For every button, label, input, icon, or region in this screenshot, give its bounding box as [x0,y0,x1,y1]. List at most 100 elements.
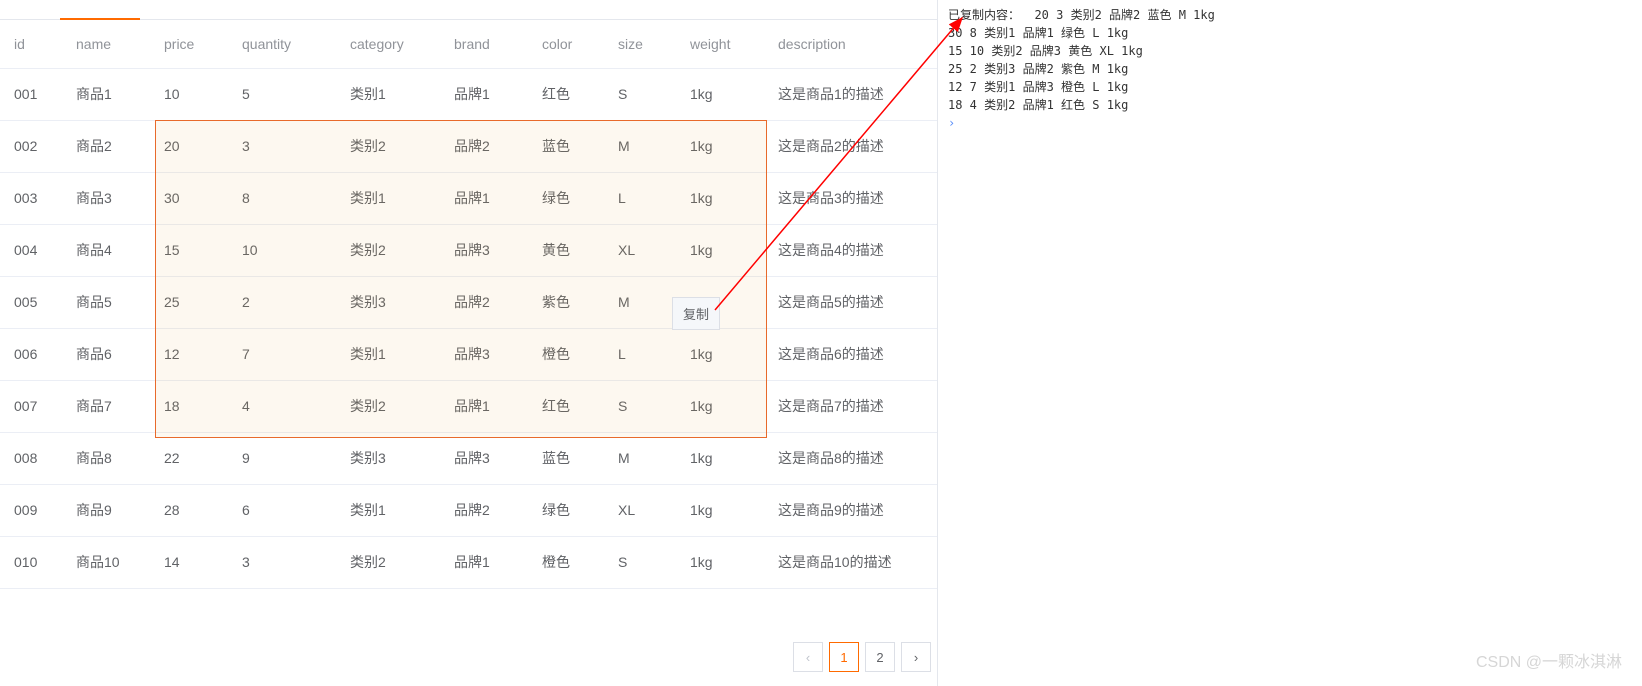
cell-size[interactable]: S [608,68,680,120]
cell-size[interactable]: S [608,536,680,588]
cell-quantity[interactable]: 10 [232,224,340,276]
cell-weight[interactable]: 1kg [680,484,768,536]
table-row[interactable]: 006商品6127类别1品牌3橙色L1kg这是商品6的描述 [0,328,937,380]
col-header-brand[interactable]: brand [444,20,532,68]
cell-size[interactable]: XL [608,484,680,536]
cell-price[interactable]: 12 [154,328,232,380]
cell-size[interactable]: S [608,380,680,432]
cell-description[interactable]: 这是商品4的描述 [768,224,937,276]
cell-name[interactable]: 商品3 [66,172,154,224]
cell-quantity[interactable]: 3 [232,536,340,588]
cell-quantity[interactable]: 5 [232,68,340,120]
cell-id[interactable]: 005 [0,276,66,328]
cell-category[interactable]: 类别2 [340,120,444,172]
cell-description[interactable]: 这是商品2的描述 [768,120,937,172]
table-row[interactable]: 003商品3308类别1品牌1绿色L1kg这是商品3的描述 [0,172,937,224]
cell-price[interactable]: 15 [154,224,232,276]
cell-price[interactable]: 14 [154,536,232,588]
cell-quantity[interactable]: 4 [232,380,340,432]
cell-brand[interactable]: 品牌3 [444,224,532,276]
cell-name[interactable]: 商品5 [66,276,154,328]
cell-brand[interactable]: 品牌2 [444,120,532,172]
cell-quantity[interactable]: 3 [232,120,340,172]
cell-id[interactable]: 007 [0,380,66,432]
cell-category[interactable]: 类别1 [340,68,444,120]
cell-price[interactable]: 28 [154,484,232,536]
cell-color[interactable]: 蓝色 [532,432,608,484]
col-header-weight[interactable]: weight [680,20,768,68]
cell-color[interactable]: 绿色 [532,484,608,536]
cell-description[interactable]: 这是商品10的描述 [768,536,937,588]
cell-size[interactable]: M [608,120,680,172]
cell-category[interactable]: 类别1 [340,484,444,536]
cell-description[interactable]: 这是商品1的描述 [768,68,937,120]
cell-price[interactable]: 20 [154,120,232,172]
cell-category[interactable]: 类别3 [340,276,444,328]
cell-weight[interactable]: 1kg [680,536,768,588]
cell-id[interactable]: 001 [0,68,66,120]
cell-color[interactable]: 黄色 [532,224,608,276]
col-header-name[interactable]: name [66,20,154,68]
col-header-quantity[interactable]: quantity [232,20,340,68]
copy-button[interactable]: 复制 [672,297,720,330]
cell-name[interactable]: 商品4 [66,224,154,276]
cell-category[interactable]: 类别2 [340,380,444,432]
cell-description[interactable]: 这是商品7的描述 [768,380,937,432]
cell-brand[interactable]: 品牌3 [444,432,532,484]
cell-brand[interactable]: 品牌1 [444,380,532,432]
cell-name[interactable]: 商品7 [66,380,154,432]
col-header-price[interactable]: price [154,20,232,68]
cell-id[interactable]: 008 [0,432,66,484]
cell-price[interactable]: 30 [154,172,232,224]
cell-category[interactable]: 类别2 [340,536,444,588]
cell-color[interactable]: 紫色 [532,276,608,328]
cell-brand[interactable]: 品牌1 [444,536,532,588]
cell-description[interactable]: 这是商品8的描述 [768,432,937,484]
cell-weight[interactable]: 1kg [680,432,768,484]
cell-quantity[interactable]: 9 [232,432,340,484]
page-prev-button[interactable]: ‹ [793,642,823,672]
cell-quantity[interactable]: 2 [232,276,340,328]
col-header-id[interactable]: id [0,20,66,68]
cell-category[interactable]: 类别1 [340,328,444,380]
cell-brand[interactable]: 品牌2 [444,276,532,328]
cell-price[interactable]: 10 [154,68,232,120]
cell-description[interactable]: 这是商品6的描述 [768,328,937,380]
table-row[interactable]: 001商品1105类别1品牌1红色S1kg这是商品1的描述 [0,68,937,120]
cell-name[interactable]: 商品8 [66,432,154,484]
table-row[interactable]: 010商品10143类别2品牌1橙色S1kg这是商品10的描述 [0,536,937,588]
cell-description[interactable]: 这是商品3的描述 [768,172,937,224]
cell-quantity[interactable]: 7 [232,328,340,380]
cell-name[interactable]: 商品6 [66,328,154,380]
cell-brand[interactable]: 品牌3 [444,328,532,380]
cell-brand[interactable]: 品牌1 [444,172,532,224]
cell-id[interactable]: 003 [0,172,66,224]
tab-active[interactable] [60,0,140,20]
cell-color[interactable]: 红色 [532,380,608,432]
cell-brand[interactable]: 品牌1 [444,68,532,120]
cell-category[interactable]: 类别2 [340,224,444,276]
cell-price[interactable]: 22 [154,432,232,484]
col-header-description[interactable]: description [768,20,937,68]
cell-size[interactable]: XL [608,224,680,276]
table-row[interactable]: 008商品8229类别3品牌3蓝色M1kg这是商品8的描述 [0,432,937,484]
table-row[interactable]: 002商品2203类别2品牌2蓝色M1kg这是商品2的描述 [0,120,937,172]
console-prompt[interactable]: › [948,116,1632,130]
cell-price[interactable]: 25 [154,276,232,328]
cell-category[interactable]: 类别1 [340,172,444,224]
col-header-color[interactable]: color [532,20,608,68]
cell-name[interactable]: 商品10 [66,536,154,588]
cell-color[interactable]: 橙色 [532,536,608,588]
table-row[interactable]: 004商品41510类别2品牌3黄色XL1kg这是商品4的描述 [0,224,937,276]
col-header-size[interactable]: size [608,20,680,68]
cell-name[interactable]: 商品2 [66,120,154,172]
cell-size[interactable]: L [608,172,680,224]
cell-quantity[interactable]: 6 [232,484,340,536]
cell-color[interactable]: 绿色 [532,172,608,224]
cell-weight[interactable]: 1kg [680,224,768,276]
cell-weight[interactable]: 1kg [680,380,768,432]
cell-brand[interactable]: 品牌2 [444,484,532,536]
page-1-button[interactable]: 1 [829,642,859,672]
cell-quantity[interactable]: 8 [232,172,340,224]
cell-size[interactable]: L [608,328,680,380]
